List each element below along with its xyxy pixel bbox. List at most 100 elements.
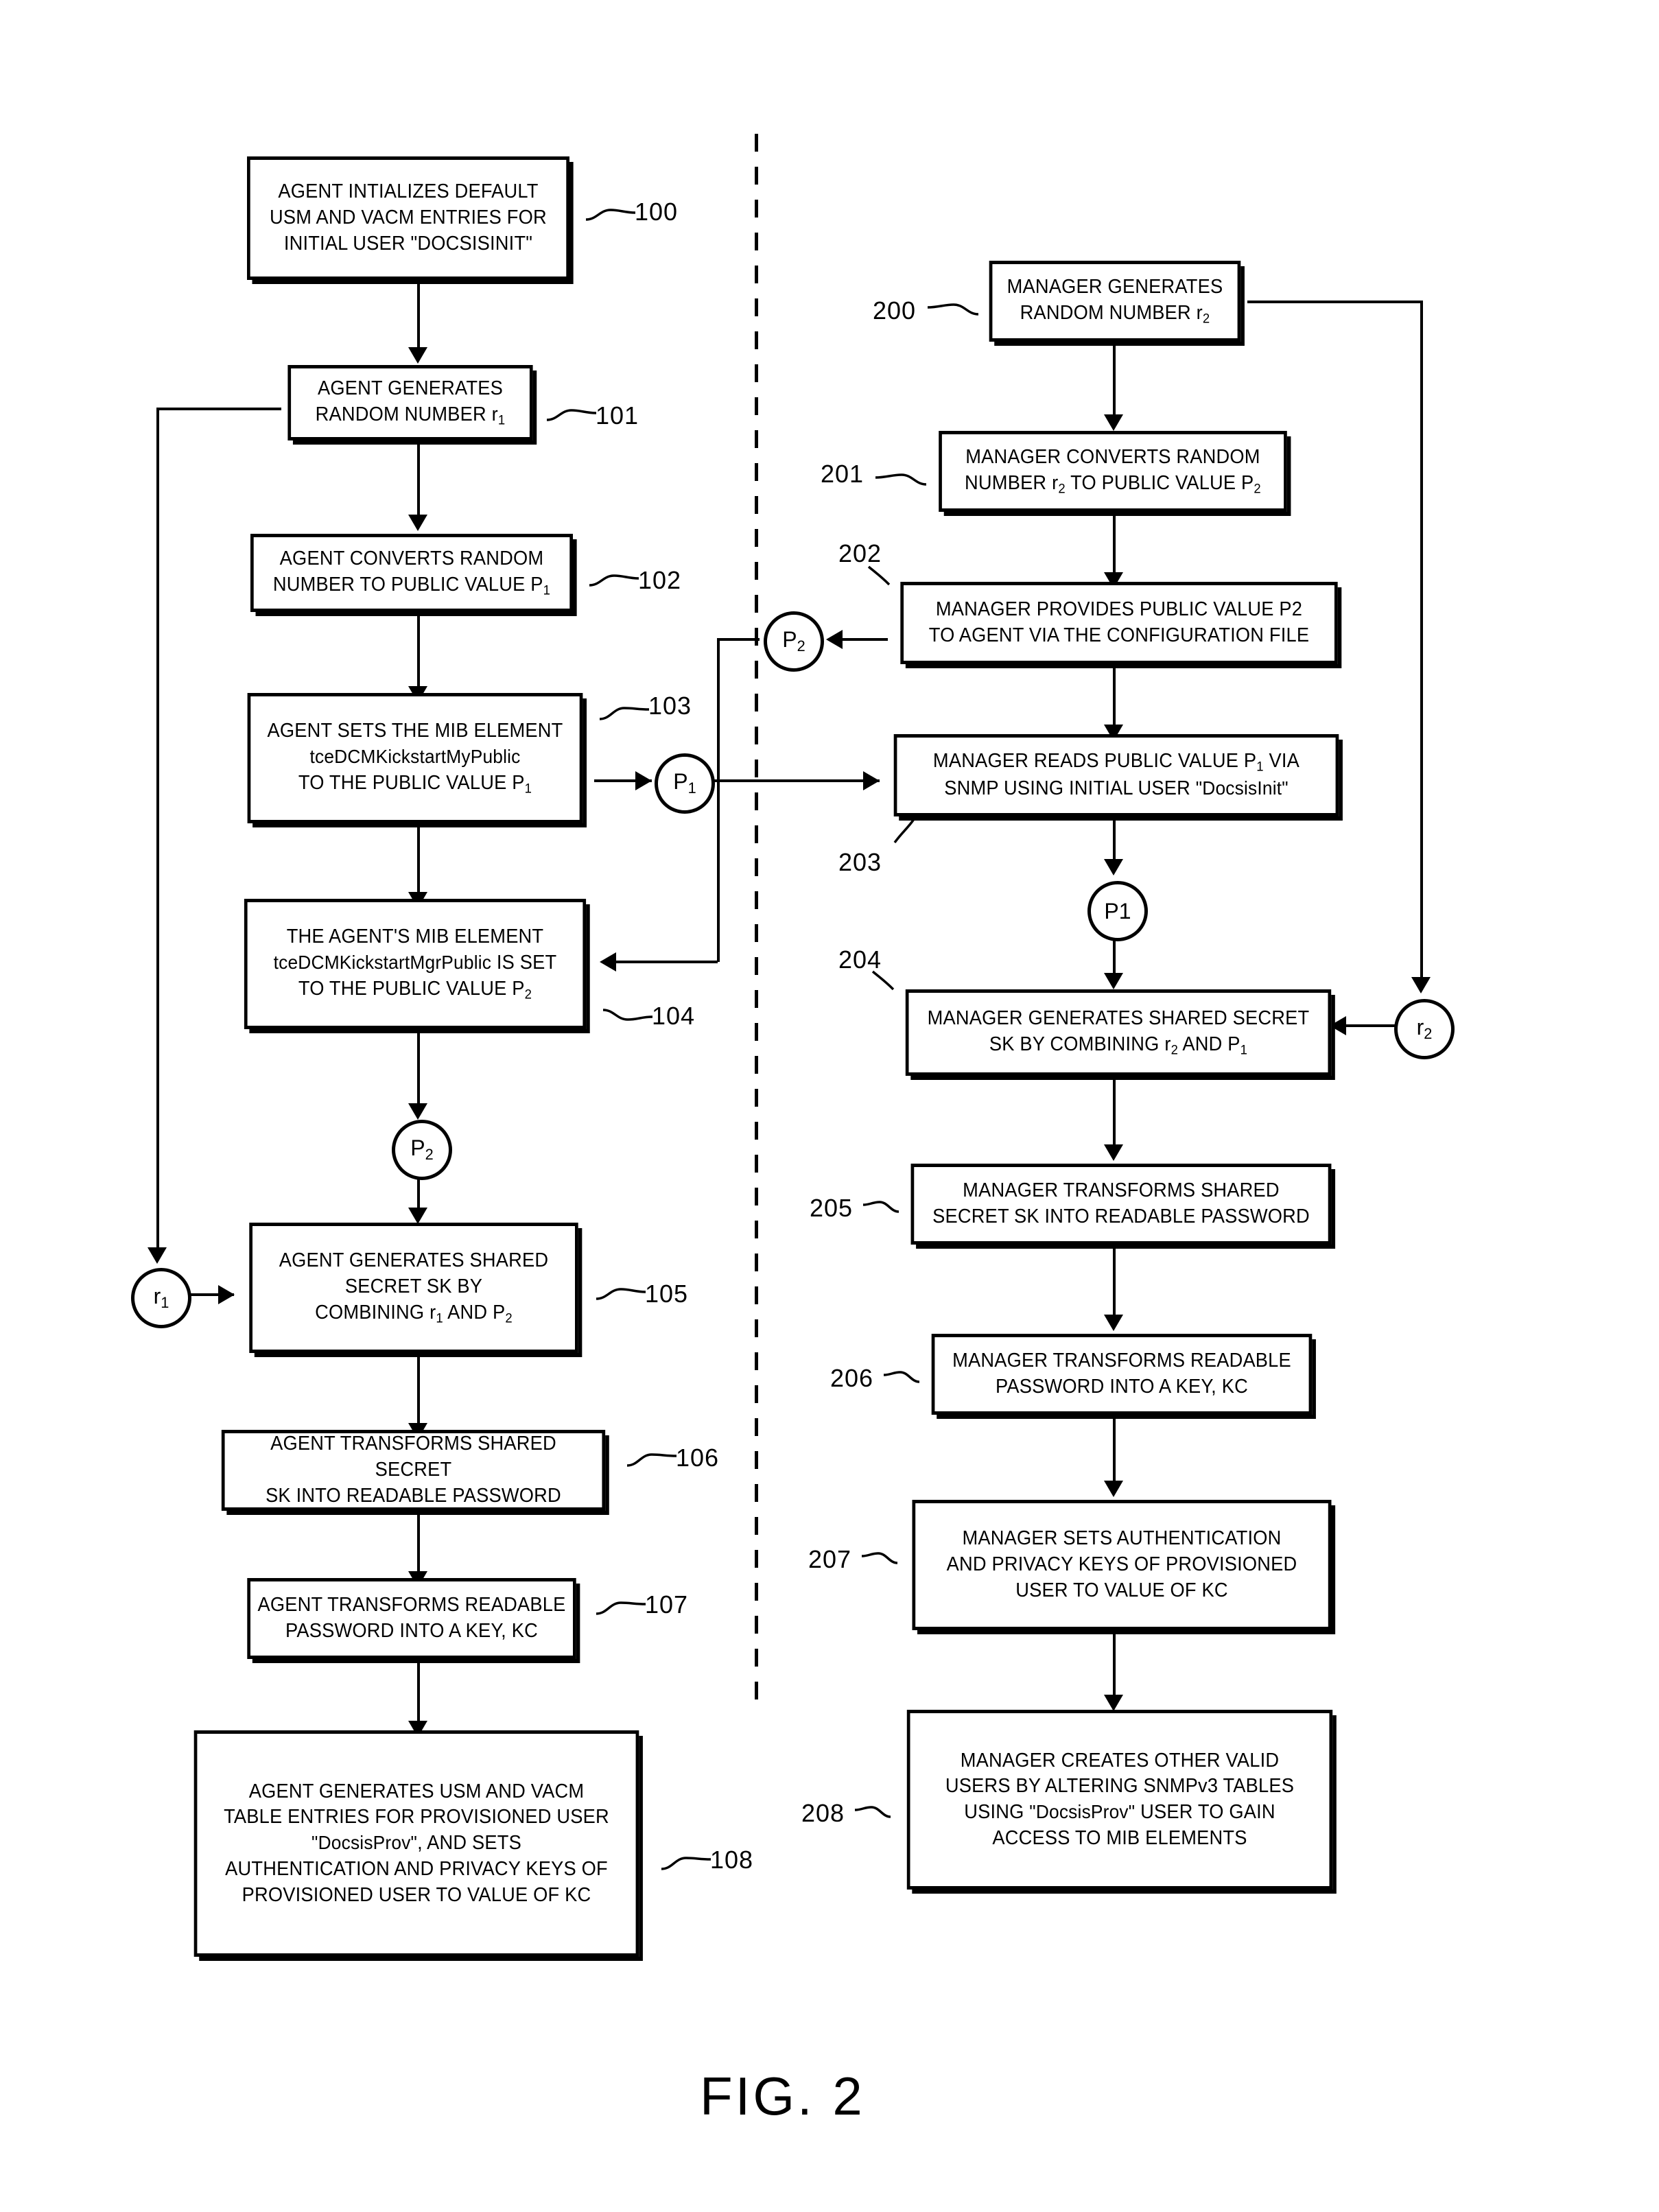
arrowhead-205-206 bbox=[1104, 1315, 1123, 1331]
connector-p2-in-label: P2 bbox=[782, 627, 805, 655]
leader-line-100 bbox=[585, 209, 636, 221]
leader-line-206 bbox=[883, 1371, 920, 1383]
process-box-200-label: MANAGER GENERATES RANDOM NUMBER r2 bbox=[1007, 276, 1223, 327]
arrowhead-104-p2 bbox=[408, 1103, 427, 1120]
ref-numeral-105: 105 bbox=[645, 1280, 689, 1308]
arrowhead-p2-105 bbox=[408, 1208, 427, 1224]
leader-line-101 bbox=[546, 409, 597, 421]
arrowhead-p2-104 bbox=[600, 952, 616, 972]
flow-line-r2-204 bbox=[1346, 1024, 1396, 1027]
leader-line-105 bbox=[596, 1288, 646, 1300]
flow-line-104-p2 bbox=[417, 1029, 420, 1111]
flow-arrow-202-203 bbox=[1113, 664, 1116, 730]
arrowhead-r1-105 bbox=[218, 1285, 235, 1304]
process-box-102: AGENT CONVERTS RANDOM NUMBER TO PUBLIC VA… bbox=[250, 534, 573, 612]
process-box-101-label: AGENT GENERATES RANDOM NUMBER r1 bbox=[315, 377, 506, 428]
process-box-206-label: MANAGER TRANSFORMS READABLE PASSWORD INT… bbox=[952, 1350, 1291, 1398]
flow-arrow-205-206 bbox=[1113, 1245, 1116, 1320]
connector-p1-in-label: P1 bbox=[1104, 898, 1131, 923]
leader-line-204 bbox=[871, 970, 895, 991]
arrowhead-100-101 bbox=[408, 347, 427, 364]
arrowhead-206-207 bbox=[1104, 1481, 1123, 1497]
arrowhead-202-p2 bbox=[826, 630, 843, 649]
arrowhead-200-201 bbox=[1104, 414, 1123, 431]
arrowhead-101-102 bbox=[408, 515, 427, 531]
leader-line-203 bbox=[893, 819, 915, 844]
process-box-202-label: MANAGER PROVIDES PUBLIC VALUE P2 TO AGEN… bbox=[928, 598, 1310, 646]
flow-line-200-r2-top bbox=[1247, 301, 1423, 303]
leader-line-106 bbox=[626, 1453, 677, 1467]
connector-p1-in: P1 bbox=[1087, 881, 1148, 941]
leader-line-208 bbox=[854, 1806, 891, 1818]
leader-line-108 bbox=[661, 1857, 711, 1870]
arrowhead-r1-circle bbox=[148, 1247, 167, 1264]
process-box-208-label: MANAGER CREATES OTHER VALID USERS BY ALTE… bbox=[945, 1749, 1295, 1849]
ref-numeral-107: 107 bbox=[645, 1590, 689, 1619]
arrowhead-r2-204 bbox=[1330, 1016, 1346, 1035]
process-box-103-label: AGENT SETS THE MIB ELEMENT tceDCMKickstar… bbox=[267, 720, 563, 797]
arrowhead-203-p1 bbox=[1104, 859, 1123, 875]
flow-arrow-107-108 bbox=[417, 1659, 420, 1726]
flow-arrow-103-104 bbox=[417, 823, 420, 897]
flow-arrow-105-106 bbox=[417, 1353, 420, 1428]
process-box-205: MANAGER TRANSFORMS SHARED SECRET SK INTO… bbox=[910, 1164, 1332, 1245]
process-box-206: MANAGER TRANSFORMS READABLE PASSWORD INT… bbox=[931, 1334, 1313, 1415]
ref-numeral-203: 203 bbox=[838, 848, 882, 876]
flow-line-r2-down bbox=[1420, 301, 1423, 989]
ref-numeral-202: 202 bbox=[838, 539, 882, 567]
arrowhead-p1-204 bbox=[1104, 973, 1123, 989]
process-box-103: AGENT SETS THE MIB ELEMENT tceDCMKickstar… bbox=[247, 693, 583, 823]
figure-caption: FIG. 2 bbox=[700, 2066, 865, 2126]
process-box-204: MANAGER GENERATES SHARED SECRET SK BY COM… bbox=[905, 989, 1332, 1076]
connector-r1: r1 bbox=[131, 1268, 191, 1328]
process-box-201-label: MANAGER CONVERTS RANDOM NUMBER r2 TO PUBL… bbox=[965, 446, 1261, 497]
process-box-100-label: AGENT INTIALIZES DEFAULT USM AND VACM EN… bbox=[270, 180, 547, 255]
process-box-201: MANAGER CONVERTS RANDOM NUMBER r2 TO PUBL… bbox=[939, 431, 1287, 512]
ref-numeral-102: 102 bbox=[638, 566, 682, 594]
process-box-203-label: MANAGER READS PUBLIC VALUE P1 VIA SNMP US… bbox=[932, 750, 1300, 800]
flow-arrow-204-205 bbox=[1113, 1076, 1116, 1150]
flow-arrow-100-101 bbox=[417, 280, 420, 353]
process-box-101: AGENT GENERATES RANDOM NUMBER r1 bbox=[287, 365, 533, 440]
flow-line-p2-down bbox=[717, 638, 720, 962]
process-box-202: MANAGER PROVIDES PUBLIC VALUE P2 TO AGEN… bbox=[900, 582, 1338, 664]
process-box-108-label: AGENT GENERATES USM AND VACM TABLE ENTRIE… bbox=[224, 1780, 609, 1906]
process-box-208: MANAGER CREATES OTHER VALID USERS BY ALTE… bbox=[906, 1710, 1333, 1890]
process-box-200: MANAGER GENERATES RANDOM NUMBER r2 bbox=[989, 261, 1241, 342]
flow-arrow-106-107 bbox=[417, 1511, 420, 1577]
flow-line-p2-to-104 bbox=[616, 961, 718, 963]
process-box-104: THE AGENT'S MIB ELEMENT tceDCMKickstartMg… bbox=[244, 899, 587, 1029]
flow-line-r1-down bbox=[156, 408, 159, 1258]
leader-line-200 bbox=[927, 303, 979, 316]
process-box-107-label: AGENT TRANSFORMS READABLE PASSWORD INTO A… bbox=[257, 1594, 566, 1642]
ref-numeral-104: 104 bbox=[652, 1002, 696, 1030]
flow-arrow-101-102 bbox=[417, 440, 420, 520]
process-box-204-label: MANAGER GENERATES SHARED SECRET SK BY COM… bbox=[927, 1007, 1310, 1058]
ref-numeral-108: 108 bbox=[710, 1846, 754, 1874]
ref-numeral-207: 207 bbox=[808, 1545, 852, 1573]
connector-r2: r2 bbox=[1394, 999, 1455, 1059]
agent-manager-divider bbox=[755, 134, 758, 1705]
ref-numeral-100: 100 bbox=[635, 198, 679, 226]
flow-line-p2-to-104-top bbox=[717, 638, 760, 641]
flow-line-202-p2 bbox=[843, 638, 888, 641]
process-box-207-label: MANAGER SETS AUTHENTICATION AND PRIVACY … bbox=[946, 1527, 1297, 1601]
ref-numeral-101: 101 bbox=[596, 401, 639, 430]
leader-line-103 bbox=[599, 707, 650, 720]
arrowhead-p1-203 bbox=[863, 771, 880, 790]
connector-r1-label: r1 bbox=[153, 1284, 169, 1312]
process-box-102-label: AGENT CONVERTS RANDOM NUMBER TO PUBLIC VA… bbox=[272, 548, 551, 598]
process-box-106-label: AGENT TRANSFORMS SHARED SECRET SK INTO RE… bbox=[266, 1433, 561, 1507]
ref-numeral-106: 106 bbox=[676, 1444, 720, 1472]
arrowhead-207-208 bbox=[1104, 1695, 1123, 1711]
ref-numeral-205: 205 bbox=[810, 1194, 854, 1222]
ref-numeral-201: 201 bbox=[821, 460, 864, 488]
connector-r2-label: r2 bbox=[1416, 1015, 1433, 1043]
ref-numeral-206: 206 bbox=[830, 1364, 874, 1392]
flow-arrow-206-207 bbox=[1113, 1415, 1116, 1486]
flow-arrow-102-103 bbox=[417, 612, 420, 692]
ref-numeral-200: 200 bbox=[873, 296, 917, 325]
arrowhead-r2-circle bbox=[1411, 977, 1431, 993]
connector-p2-agent-label: P2 bbox=[410, 1136, 434, 1164]
patent-figure-sheet: AGENT INTIALIZES DEFAULT USM AND VACM EN… bbox=[0, 0, 1659, 2212]
